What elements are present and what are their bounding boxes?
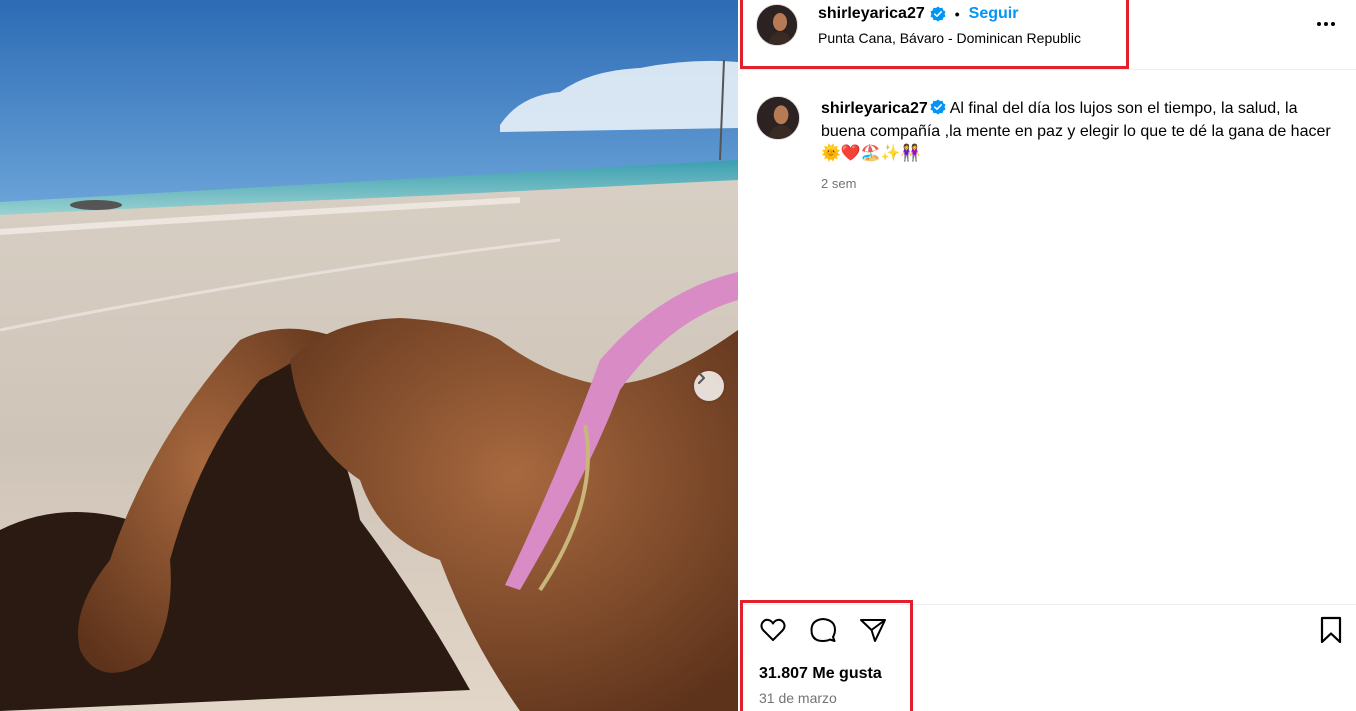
author-username[interactable]: shirleyarica27: [818, 5, 925, 23]
verified-badge-icon: [930, 99, 946, 115]
bookmark-icon[interactable]: [1316, 615, 1346, 645]
caption-timestamp[interactable]: 2 sem: [821, 176, 856, 191]
beach-photo-illustration: [0, 0, 738, 711]
chevron-right-icon: [698, 372, 705, 384]
follow-button[interactable]: Seguir: [969, 5, 1019, 23]
caption-author-avatar[interactable]: [756, 96, 800, 140]
verified-badge-icon: [930, 6, 946, 22]
post-caption: shirleyarica27 Al final del día los lujo…: [821, 98, 1341, 166]
carousel-next-button[interactable]: [694, 371, 724, 401]
post-photo[interactable]: [0, 0, 738, 711]
post-date: 31 de marzo: [759, 690, 837, 706]
separator-dot: •: [954, 6, 960, 22]
likes-count[interactable]: 31.807 Me gusta: [759, 665, 882, 683]
comment-icon[interactable]: [808, 615, 838, 645]
avatar-image: [757, 97, 799, 139]
avatar-image: [757, 5, 797, 45]
more-options-icon[interactable]: [1314, 14, 1338, 34]
post-actions-bar: [738, 604, 1356, 652]
post-location[interactable]: Punta Cana, Bávaro - Dominican Republic: [818, 30, 1081, 46]
author-avatar[interactable]: [756, 4, 798, 46]
caption-username[interactable]: shirleyarica27: [821, 100, 928, 117]
send-icon[interactable]: [858, 615, 888, 645]
post-header: shirleyarica27 • Seguir Punta Cana, Báva…: [738, 0, 1356, 70]
heart-icon[interactable]: [758, 615, 788, 645]
post-side-panel: shirleyarica27 • Seguir Punta Cana, Báva…: [738, 0, 1356, 711]
